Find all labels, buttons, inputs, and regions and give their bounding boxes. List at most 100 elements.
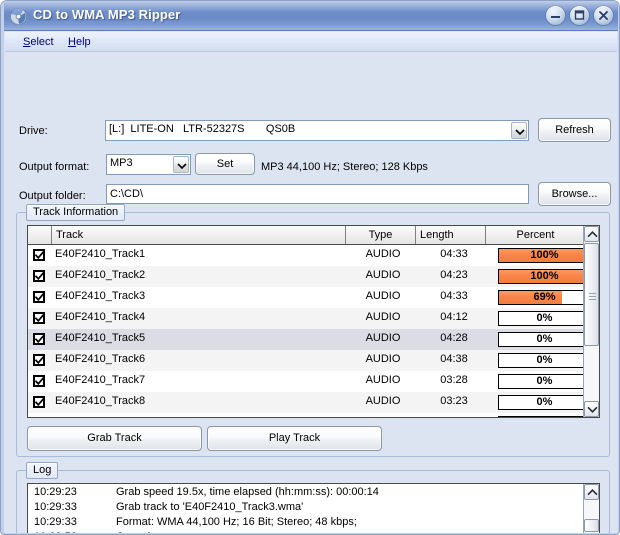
track-length: 03:23 (440, 395, 468, 407)
track-length: 04:33 (440, 248, 468, 260)
refresh-button[interactable]: Refresh (538, 118, 611, 142)
track-name: E40F2410_Track5 (55, 332, 146, 344)
column-header-type[interactable]: Type (346, 226, 416, 244)
column-header-percent[interactable]: Percent (486, 226, 585, 244)
track-length: 03:28 (440, 374, 468, 386)
menu-bar: Select Help (5, 32, 617, 52)
column-header-check[interactable] (28, 226, 52, 244)
log-timestamp: 10:29:52 (34, 531, 77, 534)
track-checkbox[interactable] (33, 291, 45, 303)
table-row[interactable]: E40F2410_Track9 AUDIO 04:02 0% (28, 413, 599, 417)
menu-item-help[interactable]: Help (64, 35, 95, 49)
track-type: AUDIO (365, 269, 401, 281)
output-format-label: Output format: (19, 161, 90, 173)
log-timestamp: 10:29:33 (34, 501, 77, 513)
scroll-down-icon[interactable] (584, 401, 599, 417)
progress-bar-label: 0% (536, 312, 553, 324)
track-checkbox[interactable] (33, 312, 45, 324)
window-title: CD to WMA MP3 Ripper (33, 7, 181, 22)
track-type: AUDIO (365, 311, 401, 323)
format-info-text: MP3 44,100 Hz; Stereo; 128 Kbps (261, 161, 428, 173)
track-length: 04:02 (421, 416, 487, 417)
maximize-button[interactable] (569, 5, 590, 26)
scroll-up-icon[interactable] (584, 226, 599, 242)
browse-button[interactable]: Browse... (538, 182, 611, 206)
grab-track-button[interactable]: Grab Track (27, 426, 202, 451)
log-group-label: Log (26, 462, 59, 479)
title-bar[interactable]: CD to WMA MP3 Ripper (1, 1, 619, 31)
menu-item-select[interactable]: Select (19, 35, 58, 49)
track-list-scrollbar[interactable] (583, 226, 599, 417)
track-type: AUDIO (365, 290, 401, 302)
log-timestamp: 10:29:23 (34, 486, 77, 498)
track-checkbox[interactable] (33, 249, 45, 261)
minimize-button[interactable] (545, 5, 566, 26)
track-type: AUDIO (350, 416, 416, 417)
track-type: AUDIO (365, 395, 401, 407)
drive-label: Drive: (19, 125, 48, 137)
table-row[interactable]: E40F2410_Track1 AUDIO 04:33 100% (28, 245, 599, 266)
table-row[interactable]: E40F2410_Track4 AUDIO 04:12 0% (28, 308, 599, 329)
progress-bar: 0% (498, 416, 591, 417)
scroll-up-icon[interactable] (584, 484, 599, 500)
log-scrollbar[interactable] (583, 484, 599, 534)
progress-bar-label: 0% (536, 354, 553, 366)
application-window: CD to WMA MP3 Ripper Select Help Drive: … (0, 0, 620, 535)
track-checkbox[interactable] (33, 354, 45, 366)
output-folder-label: Output folder: (19, 190, 86, 202)
scroll-thumb[interactable] (584, 243, 599, 346)
track-checkbox[interactable] (33, 333, 45, 345)
track-type: AUDIO (365, 332, 401, 344)
drive-select[interactable]: [L:] LITE-ON LTR-52327S QS0B (105, 120, 529, 141)
progress-bar: 0% (498, 353, 591, 368)
track-name: E40F2410_Track9 (55, 416, 145, 417)
track-name: E40F2410_Track8 (55, 395, 146, 407)
scroll-track[interactable] (584, 500, 599, 534)
scroll-track[interactable] (584, 242, 599, 401)
column-header-track[interactable]: Track (52, 226, 346, 244)
progress-bar: 0% (498, 332, 591, 347)
track-name: E40F2410_Track3 (55, 290, 146, 302)
track-name: E40F2410_Track6 (55, 353, 146, 365)
track-information-group: Track Information Track Type Length Perc… (16, 204, 610, 457)
progress-bar: 0% (498, 395, 591, 410)
progress-bar: 0% (498, 311, 591, 326)
play-track-button-label: Play Track (268, 432, 321, 444)
progress-bar-label: 0% (536, 333, 553, 345)
scroll-thumb[interactable] (584, 519, 599, 532)
chevron-down-icon[interactable] (173, 156, 189, 173)
track-checkbox[interactable] (33, 375, 45, 387)
close-button[interactable] (593, 5, 614, 26)
table-row[interactable]: E40F2410_Track8 AUDIO 03:23 0% (28, 392, 599, 413)
table-row[interactable]: E40F2410_Track5 AUDIO 04:28 0% (28, 329, 599, 350)
progress-bar: 0% (498, 374, 591, 389)
client-area: Drive: [L:] LITE-ON LTR-52327S QS0B Refr… (5, 52, 617, 534)
table-row[interactable]: E40F2410_Track6 AUDIO 04:38 0% (28, 350, 599, 371)
log-group: Log 10:29:23 Grab speed 19.5x, time elaps… (16, 462, 610, 534)
chevron-down-icon[interactable] (511, 122, 527, 139)
grab-track-button-label: Grab Track (87, 432, 142, 444)
track-name: E40F2410_Track4 (55, 311, 146, 323)
column-header-length[interactable]: Length (416, 226, 486, 244)
track-name: E40F2410_Track1 (55, 248, 146, 260)
log-output[interactable]: 10:29:23 Grab speed 19.5x, time elapsed (… (27, 483, 600, 534)
output-folder-input[interactable]: C:\CD\ (106, 184, 529, 204)
cd-disc-icon (10, 8, 27, 25)
track-list[interactable]: Track Type Length Percent E40F2410_Track… (27, 225, 600, 418)
progress-bar: 100% (498, 248, 591, 263)
log-line: 10:29:23 Grab speed 19.5x, time elapsed (… (28, 486, 583, 501)
track-checkbox[interactable] (33, 396, 45, 408)
refresh-button-label: Refresh (555, 123, 594, 136)
track-name: E40F2410_Track2 (55, 269, 146, 281)
track-length: 04:12 (440, 311, 468, 323)
table-row[interactable]: E40F2410_Track7 AUDIO 03:28 0% (28, 371, 599, 392)
set-format-button[interactable]: Set (195, 153, 255, 175)
table-row[interactable]: E40F2410_Track2 AUDIO 04:23 100% (28, 266, 599, 287)
progress-bar-label: 0% (536, 396, 553, 408)
track-checkbox[interactable] (33, 270, 45, 282)
table-row[interactable]: E40F2410_Track3 AUDIO 04:33 69% (28, 287, 599, 308)
progress-bar-label: 100% (530, 249, 559, 261)
track-length: 04:38 (440, 353, 468, 365)
output-format-select[interactable]: MP3 (106, 154, 191, 175)
play-track-button[interactable]: Play Track (207, 426, 382, 451)
